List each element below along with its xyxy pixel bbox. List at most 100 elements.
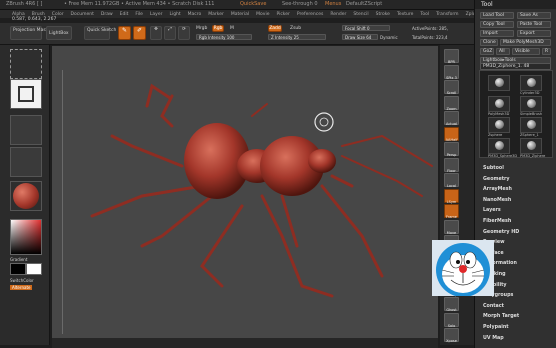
alternate-button[interactable]: Alternate [10,285,33,290]
shelf-zoom-button[interactable]: Zoom [444,95,459,111]
draw-button[interactable]: ✐ [133,26,146,40]
menu-stroke[interactable]: Stroke [376,12,390,17]
subpalette-fibermesh[interactable]: FiberMesh [483,219,511,224]
clone-button[interactable]: Clone [480,39,498,46]
subpalette-polypaint[interactable]: Polypaint [483,325,509,330]
menu-movie[interactable]: Movie [256,12,269,17]
switch-color-button[interactable]: SwitchColor [10,278,34,283]
rotate-button[interactable]: ⟳ [178,26,190,40]
alpha-selector[interactable] [10,115,42,145]
shelf-bpr-button[interactable]: BPR [444,49,459,64]
menu-color[interactable]: Color [52,12,64,17]
export-button[interactable]: Export [517,30,551,37]
menu-preferences[interactable]: Preferences [297,12,323,17]
zsub-button[interactable]: Zsub [290,26,301,31]
shelf-aahalf-button[interactable]: AAHalf [444,126,459,142]
menu-brush[interactable]: Brush [32,12,45,17]
menu-render[interactable]: Render [330,12,346,17]
import-button[interactable]: Import [480,30,514,37]
tool-slot-6[interactable] [488,138,510,154]
dynamic-toggle[interactable]: Dynamic [380,35,398,40]
projection-master-button[interactable]: Projection Master [10,26,52,40]
texture-selector[interactable] [10,147,42,177]
brush-selector[interactable] [10,49,42,79]
make-polymesh-button[interactable]: Make PolyMesh3D [500,39,551,46]
zadd-button[interactable]: Zadd [268,25,282,32]
quicksave-button[interactable]: QuickSave [240,1,266,7]
subpalette-arraymesh[interactable]: ArrayMesh [483,187,512,192]
copy-tool-button[interactable]: Copy Tool [480,21,514,28]
tool-slot-3[interactable] [520,96,542,112]
subpalette-geometry-hd[interactable]: Geometry HD [483,230,519,235]
draw-size-slider[interactable]: Draw Size 64 [342,34,378,40]
subpalette-uv-map[interactable]: UV Map [483,336,504,341]
shelf-solo-button[interactable]: Solo [444,312,459,328]
menu-document[interactable]: Document [71,12,94,17]
paste-tool-button[interactable]: Paste Tool [517,21,551,28]
menu-file[interactable]: File [135,12,143,17]
tool-slot-4[interactable] [488,117,510,133]
z-intensity-slider[interactable]: Z Intensity 25 [268,34,326,40]
load-tool-button[interactable]: Load Tool [480,12,514,19]
menu-transform[interactable]: Transform [436,12,458,17]
save-as-button[interactable]: Save As [517,12,551,19]
subpalette-contact[interactable]: Contact [483,304,504,309]
menu-macro[interactable]: Macro [188,12,202,17]
shelf-floor-button[interactable]: Floor [444,157,459,173]
rgb-intensity-slider[interactable]: Rgb Intensity 100 [196,34,252,40]
menu-material[interactable]: Material [231,12,249,17]
see-through-slider[interactable]: See-through 0 [282,1,318,7]
menu-light[interactable]: Light [169,12,180,17]
tool-slot-5[interactable] [520,117,542,133]
shelf-move-button[interactable]: Move [444,219,459,235]
gradient-toggle[interactable]: Gradient [10,257,27,262]
m-button[interactable]: M [230,26,234,31]
goz-visible-button[interactable]: Visible [512,48,540,55]
default-script-button[interactable]: DefaultZScript [346,1,382,7]
subpalette-nanomesh[interactable]: NanoMesh [483,198,511,203]
shelf-xpose-button[interactable]: Xpose [444,328,459,343]
menu-picker[interactable]: Picker [276,12,289,17]
mrgb-button[interactable]: Mrgb [196,26,207,31]
subpalette-subtool[interactable]: Subtool [483,166,504,171]
move-button[interactable]: ✥ [150,26,162,40]
shelf-actual-button[interactable]: Actual [444,111,459,126]
canvas-viewport[interactable] [52,46,438,338]
goz-r-button[interactable]: R [542,48,551,55]
menus-button[interactable]: Menus [325,1,341,7]
menu-marker[interactable]: Marker [208,12,224,17]
shelf-persp-button[interactable]: Persp [444,142,459,157]
tool-slot-2[interactable] [488,96,510,112]
shelf-spix-3-button[interactable]: SPix 3 [444,64,459,80]
menu-edit[interactable]: Edit [120,12,129,17]
edit-button[interactable]: ✎ [118,26,131,40]
secondary-color-swatch[interactable] [10,263,26,275]
lightbox-button[interactable]: LightBox [46,26,72,40]
shelf-ghost-button[interactable]: Ghost [444,297,459,312]
shelf-scroll-button[interactable]: Scroll [444,80,459,95]
rgb-button[interactable]: Rgb [212,25,224,32]
menu-stencil[interactable]: Stencil [353,12,368,17]
tool-slot-0[interactable] [488,75,510,91]
shelf-lsym-button[interactable]: LSym [444,188,459,204]
material-selector[interactable] [10,181,42,211]
menu-texture[interactable]: Texture [397,12,413,17]
shelf-local-button[interactable]: Local [444,173,459,188]
menu-tool[interactable]: Tool [420,12,429,17]
subpalette-layers[interactable]: Layers [483,208,501,213]
menu-draw[interactable]: Draw [101,12,113,17]
tool-slot-1[interactable] [520,75,542,91]
menu-alpha[interactable]: Alpha [12,12,25,17]
scale-button[interactable]: ⤢ [164,26,176,40]
stroke-selector[interactable] [10,79,42,109]
menu-layer[interactable]: Layer [150,12,163,17]
goz-all-button[interactable]: All [496,48,510,55]
color-picker[interactable] [10,219,42,255]
goz-button[interactable]: GoZ [480,48,494,55]
tool-slot-7[interactable] [520,138,542,154]
main-color-swatch[interactable] [26,263,42,275]
subpalette-morph-target[interactable]: Morph Target [483,314,519,319]
shelf-frame-button[interactable]: Frame [444,204,459,219]
focal-shift-slider[interactable]: Focal Shift 0 [342,25,390,31]
subpalette-geometry[interactable]: Geometry [483,177,510,182]
